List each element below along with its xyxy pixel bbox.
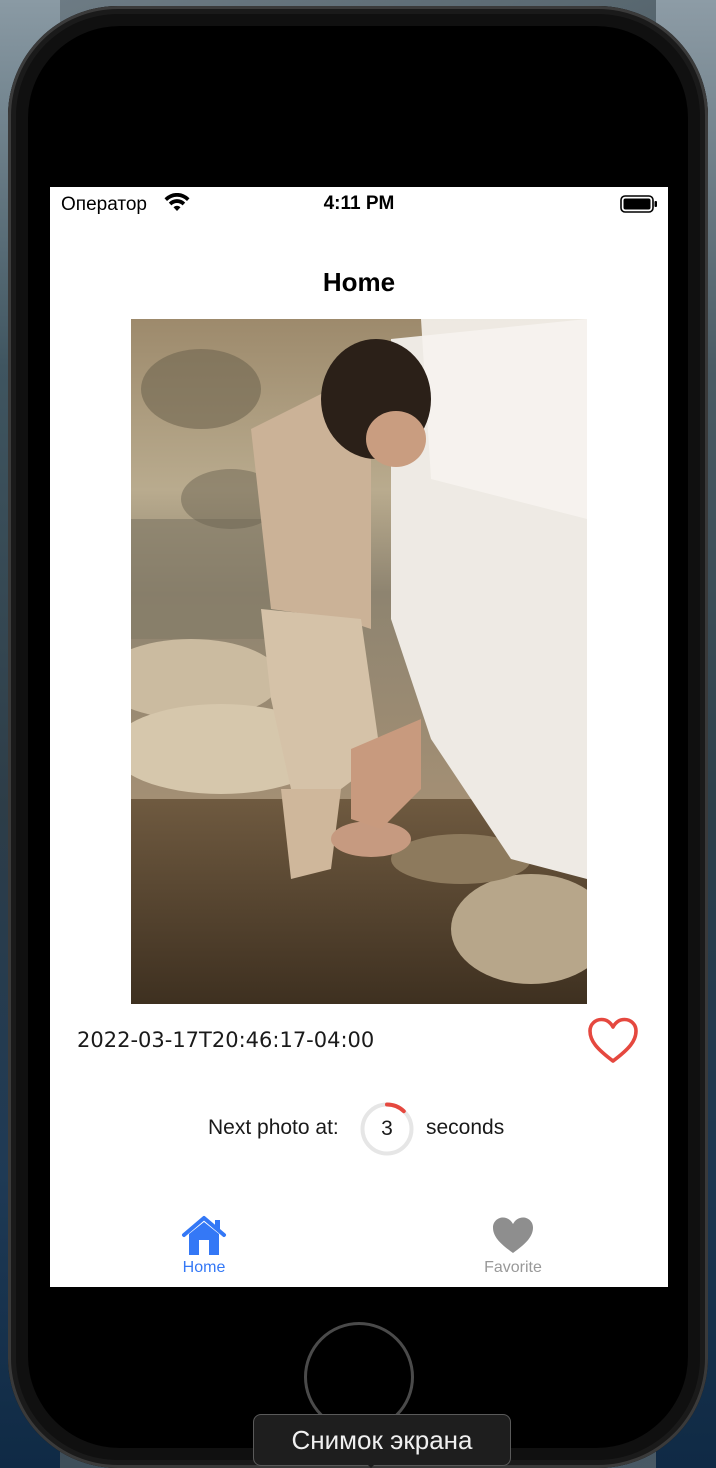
page-title: Home — [322, 267, 396, 297]
tab-favorite[interactable]: Favorite — [443, 1215, 583, 1287]
next-photo-timer: Next photo at: 3 seconds — [50, 1099, 668, 1159]
timer-label: Next photo at: — [208, 1116, 339, 1139]
status-time: 4:11 PM — [323, 193, 395, 214]
tab-home-label: Home — [182, 1259, 226, 1276]
status-bar: Оператор 4:11 PM — [50, 187, 668, 221]
tooltip-arrow — [364, 1461, 378, 1468]
timer-unit: seconds — [426, 1116, 505, 1139]
app-screen: Оператор 4:11 PM Home 2022-03-17T20:46:1… — [50, 187, 668, 1287]
tab-bar: Home Favorite — [50, 1207, 668, 1287]
heart-filled-icon — [493, 1217, 533, 1253]
screenshot-tooltip: Снимок экрана — [253, 1414, 511, 1466]
house-icon — [182, 1216, 226, 1255]
heart-outline-icon — [588, 1017, 638, 1063]
tab-home[interactable]: Home — [134, 1215, 274, 1287]
timer-value: 3 — [381, 1117, 393, 1140]
photo-timestamp: 2022-03-17T20:46:17-04:00 — [77, 1028, 375, 1052]
photo-illustration — [131, 319, 587, 1004]
battery-icon — [620, 195, 657, 213]
tab-favorite-label: Favorite — [484, 1259, 542, 1276]
photo-image — [131, 319, 587, 1004]
favorite-button[interactable] — [587, 1017, 639, 1065]
